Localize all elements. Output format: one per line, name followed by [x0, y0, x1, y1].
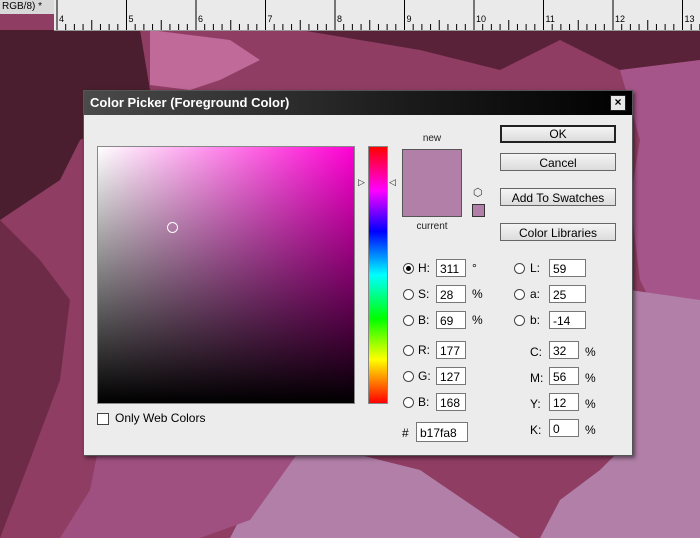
horizontal-ruler: 4 5 6 7 8 9 10 11 12 13: [54, 0, 700, 31]
color-libraries-button[interactable]: Color Libraries: [500, 223, 616, 241]
yellow-unit: %: [585, 397, 596, 411]
ruler-label: 8: [337, 14, 343, 24]
hex-label: #: [402, 426, 409, 440]
hue-slider-left-arrow-icon[interactable]: ▷: [358, 177, 365, 188]
blue-label: B:: [418, 395, 430, 409]
ruler-label: 13: [684, 14, 695, 24]
current-color-label: current: [416, 221, 448, 232]
black-field[interactable]: 0: [549, 419, 579, 437]
hue-field[interactable]: 311: [436, 259, 466, 277]
black-unit: %: [585, 423, 596, 437]
ok-button[interactable]: OK: [500, 125, 616, 143]
brightness-unit: %: [472, 313, 483, 327]
cyan-field[interactable]: 32: [549, 341, 579, 359]
saturation-field[interactable]: 28: [436, 285, 466, 303]
only-web-colors-label: Only Web Colors: [115, 411, 206, 425]
cube-icon[interactable]: ⬡: [473, 187, 485, 199]
ruler-label: 7: [267, 14, 273, 24]
lab-a-radio[interactable]: [514, 289, 525, 300]
ruler-label: 9: [406, 14, 412, 24]
ruler-label: 5: [128, 14, 134, 24]
yellow-field[interactable]: 12: [549, 393, 579, 411]
hue-unit: °: [472, 261, 477, 275]
brightness-label: B:: [418, 313, 430, 327]
new-color-label: new: [422, 133, 442, 144]
hue-label: H:: [418, 261, 430, 275]
document-tab[interactable]: RGB/8) *: [0, 0, 55, 14]
saturation-unit: %: [472, 287, 483, 301]
lab-a-label: a:: [530, 287, 541, 301]
hue-radio[interactable]: [403, 263, 414, 274]
color-swatch: [402, 149, 462, 217]
cyan-label: C:: [530, 345, 542, 359]
dialog-title: Color Picker (Foreground Color): [90, 95, 290, 110]
lab-b-radio[interactable]: [514, 315, 525, 326]
green-label: G:: [418, 369, 431, 383]
document-tab-label: RGB/8) *: [2, 1, 43, 12]
magenta-unit: %: [585, 371, 596, 385]
magenta-label: M:: [530, 371, 544, 385]
magenta-field[interactable]: 56: [549, 367, 579, 385]
lab-l-field[interactable]: 59: [549, 259, 586, 277]
only-web-colors-checkbox[interactable]: [97, 413, 109, 425]
close-button[interactable]: ×: [610, 95, 626, 111]
yellow-label: Y:: [530, 397, 541, 411]
hue-slider-right-arrow-icon[interactable]: ◁: [389, 177, 396, 188]
lab-b-field[interactable]: -14: [549, 311, 586, 329]
red-field[interactable]: 177: [436, 341, 466, 359]
hex-field[interactable]: b17fa8: [416, 422, 468, 442]
ruler-label: 10: [476, 14, 487, 24]
color-picker-dialog: Color Picker (Foreground Color) × ▷ ◁ ne…: [83, 90, 633, 456]
cyan-unit: %: [585, 345, 596, 359]
red-radio[interactable]: [403, 345, 414, 356]
blue-field[interactable]: 168: [436, 393, 466, 411]
blue-radio[interactable]: [403, 397, 414, 408]
saturation-brightness-field[interactable]: [97, 146, 355, 404]
saturation-radio[interactable]: [403, 289, 414, 300]
hue-slider[interactable]: [368, 146, 388, 404]
ruler-label: 12: [615, 14, 626, 24]
brightness-radio[interactable]: [403, 315, 414, 326]
lab-b-label: b:: [530, 313, 541, 327]
green-field[interactable]: 127: [436, 367, 466, 385]
ruler-ticks: [56, 0, 700, 30]
saturation-label: S:: [418, 287, 430, 301]
green-radio[interactable]: [403, 371, 414, 382]
lab-a-field[interactable]: 25: [549, 285, 586, 303]
red-label: R:: [418, 343, 430, 357]
ruler-label: 6: [198, 14, 204, 24]
add-to-swatches-button[interactable]: Add To Swatches: [500, 188, 616, 206]
close-icon: ×: [614, 95, 622, 109]
current-color-swatch[interactable]: [403, 183, 461, 216]
lab-l-label: L:: [530, 261, 541, 275]
color-field-marker[interactable]: [167, 222, 178, 233]
lab-l-radio[interactable]: [514, 263, 525, 274]
black-label: K:: [530, 423, 542, 437]
new-color-swatch: [403, 150, 461, 183]
ruler-label: 4: [59, 14, 65, 24]
brightness-field[interactable]: 69: [436, 311, 466, 329]
dialog-titlebar[interactable]: Color Picker (Foreground Color) ×: [84, 91, 632, 115]
cancel-button[interactable]: Cancel: [500, 153, 616, 171]
ruler-label: 11: [545, 14, 555, 24]
websafe-color-chip[interactable]: [472, 204, 485, 217]
